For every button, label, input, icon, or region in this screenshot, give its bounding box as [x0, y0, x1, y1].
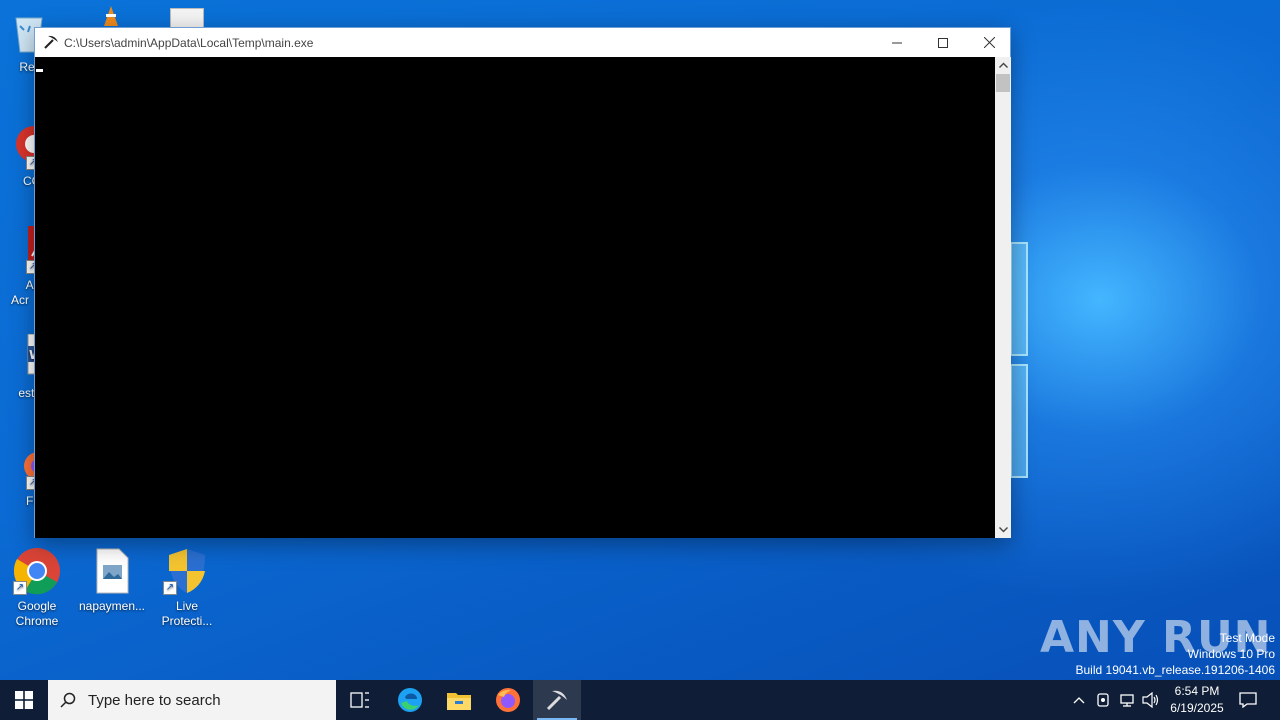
minimize-button[interactable] — [874, 28, 920, 57]
windows-start-icon — [15, 691, 33, 709]
desktop-icon-label: Google Chrome — [15, 599, 59, 628]
maximize-button[interactable] — [920, 28, 966, 57]
document-icon[interactable] — [170, 8, 204, 28]
taskbar: Type here to search 6:54 PM 6/19/2025 — [0, 680, 1280, 720]
tray-app-icon-button[interactable] — [1092, 680, 1114, 720]
windows-logo-pane-lower — [1010, 364, 1028, 478]
close-icon — [983, 37, 995, 48]
scroll-up-button[interactable] — [995, 57, 1011, 73]
notification-icon — [1239, 692, 1257, 708]
show-hidden-icons-button[interactable] — [1068, 680, 1090, 720]
minimize-icon — [892, 42, 902, 43]
shortcut-arrow-icon: ↗ — [163, 581, 177, 595]
volume-button[interactable] — [1140, 680, 1162, 720]
scrollbar-thumb[interactable] — [996, 74, 1010, 92]
windows-logo-pane-upper — [1010, 242, 1028, 356]
window-titlebar[interactable]: C:\Users\admin\AppData\Local\Temp\main.e… — [35, 28, 1010, 57]
start-button[interactable] — [0, 680, 48, 720]
file-explorer-icon — [447, 693, 471, 710]
firefox-icon — [496, 688, 520, 712]
search-icon — [48, 692, 88, 708]
desktop-icon-label: napaymen... — [78, 599, 146, 613]
image-file-icon — [88, 547, 136, 595]
test-mode-watermark: Test Mode Windows 10 Pro Build 19041.vb_… — [1075, 631, 1276, 677]
taskbar-firefox-button[interactable] — [484, 680, 532, 720]
task-view-button[interactable] — [336, 680, 384, 720]
pickaxe-app-icon — [546, 690, 567, 711]
taskbar-search-box[interactable]: Type here to search — [48, 680, 336, 720]
vertical-scrollbar[interactable] — [995, 57, 1011, 538]
clock-time: 6:54 PM — [1174, 684, 1220, 698]
taskbar-clock[interactable]: 6:54 PM 6/19/2025 — [1164, 683, 1230, 717]
scroll-down-button[interactable] — [995, 522, 1011, 538]
vlc-icon[interactable] — [102, 6, 120, 28]
window-title: C:\Users\admin\AppData\Local\Temp\main.e… — [64, 36, 314, 50]
taskbar-main-exe-button[interactable] — [533, 680, 581, 720]
shortcut-arrow-icon: ↗ — [13, 581, 27, 595]
desktop-icon-live-protection[interactable]: ↗ Live Protecti... — [149, 547, 225, 629]
taskbar-edge-button[interactable] — [386, 680, 434, 720]
maximize-icon — [938, 37, 948, 48]
tray-device-icon — [1097, 693, 1109, 707]
desktop-icon-napaymen[interactable]: napaymen... — [74, 547, 150, 614]
chevron-up-icon — [998, 62, 1008, 68]
pickaxe-icon — [43, 34, 59, 50]
search-placeholder: Type here to search — [88, 691, 221, 709]
desktop-icon-google-chrome[interactable]: ↗ Google Chrome — [0, 547, 75, 629]
chevron-down-icon — [998, 527, 1008, 533]
action-center-button[interactable] — [1232, 680, 1264, 720]
chrome-icon: ↗ — [13, 547, 61, 595]
task-view-icon — [350, 692, 369, 708]
speaker-icon — [1142, 692, 1159, 708]
text-cursor — [36, 69, 43, 72]
clock-date: 6/19/2025 — [1170, 701, 1224, 715]
uac-shield-icon: ↗ — [163, 547, 211, 595]
close-button[interactable] — [966, 28, 1012, 57]
network-button[interactable] — [1116, 680, 1138, 720]
chevron-up-icon — [1073, 697, 1085, 704]
network-icon — [1120, 694, 1134, 707]
taskbar-file-explorer-button[interactable] — [435, 680, 483, 720]
desktop-icon-label: Live Protecti... — [161, 599, 213, 628]
console-window[interactable]: C:\Users\admin\AppData\Local\Temp\main.e… — [34, 27, 1011, 538]
edge-icon — [398, 688, 422, 712]
console-output-area[interactable] — [35, 57, 995, 538]
